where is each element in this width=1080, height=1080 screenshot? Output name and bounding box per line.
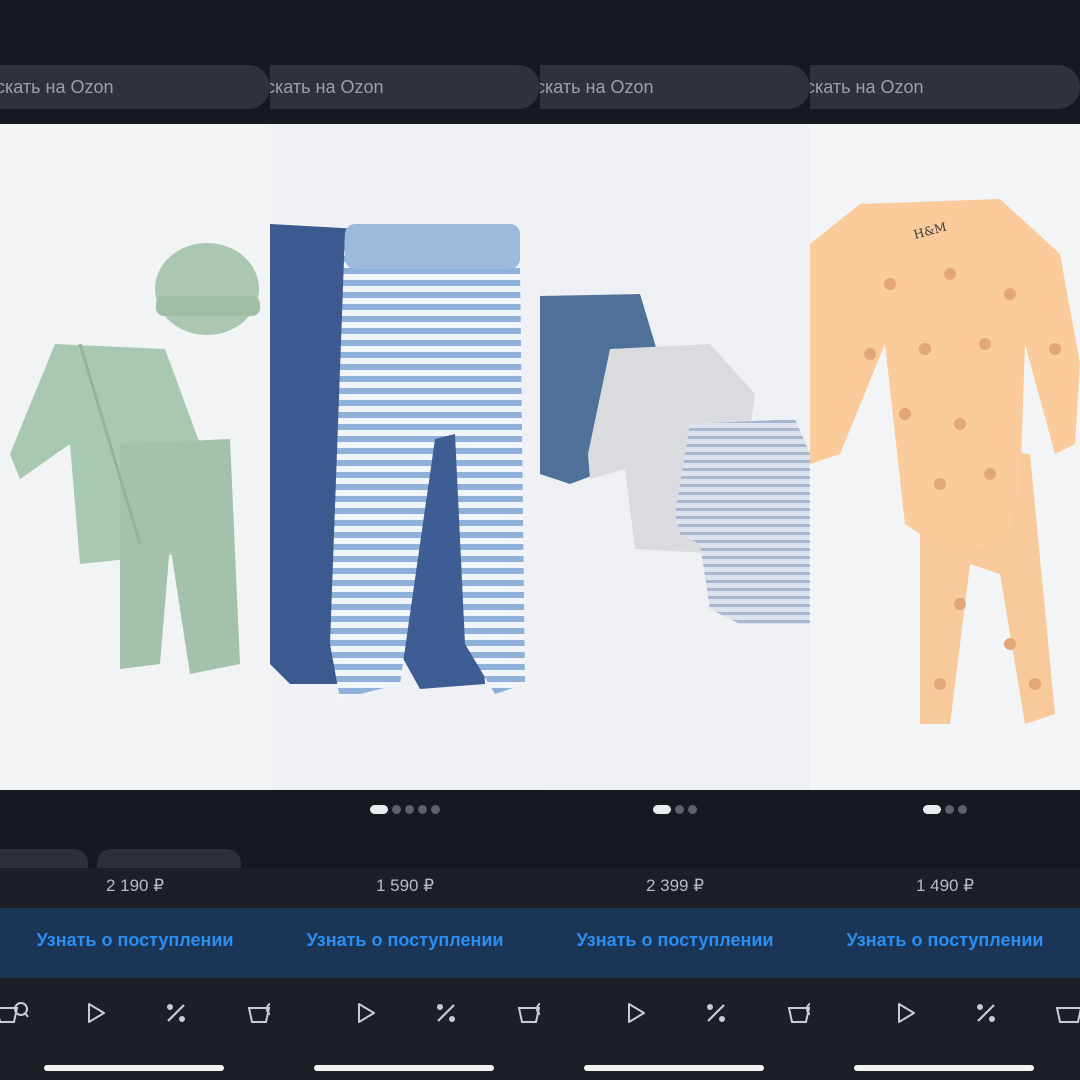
notify-button[interactable]: Узнать о поступлении: [270, 908, 540, 978]
basket-search-icon[interactable]: [0, 998, 32, 1028]
pagination-dots: [540, 805, 810, 815]
pagination-dot[interactable]: [405, 805, 414, 814]
basket-icon[interactable]: [1050, 998, 1080, 1028]
price: 1 490 ₽: [915, 876, 975, 895]
home-indicator: [314, 1065, 494, 1071]
pagination-dot[interactable]: [370, 805, 388, 814]
green-baby-set-image: [0, 124, 270, 790]
striped-pants-image: [270, 124, 540, 790]
product-panel-4: скать на Ozon H&M 1 490 ₽ Узнать о посту…: [810, 0, 1080, 1080]
pagination-dot[interactable]: [923, 805, 941, 814]
home-indicator: [854, 1065, 1034, 1071]
percent-icon[interactable]: [966, 998, 1006, 1028]
pagination-dot[interactable]: [653, 805, 671, 814]
pagination-dots: [270, 805, 540, 815]
product-photo[interactable]: [270, 124, 540, 790]
product-panel-1: скать на Ozon 2 190 ₽ Узнать о поступлен…: [0, 0, 270, 1080]
percent-icon[interactable]: [696, 998, 736, 1028]
play-icon[interactable]: [616, 998, 656, 1028]
basket-search-icon[interactable]: [514, 998, 540, 1028]
notify-button[interactable]: Узнать о поступлении: [0, 908, 270, 978]
pagination-dots: [810, 805, 1080, 815]
percent-icon[interactable]: [426, 998, 466, 1028]
search-input[interactable]: скать на Ozon: [270, 65, 540, 109]
product-photo[interactable]: [0, 124, 270, 790]
product-panel-2: скать на Ozon 1 590 ₽ Узнать о поступлен…: [270, 0, 540, 1080]
notify-button[interactable]: Узнать о поступлении: [810, 908, 1080, 978]
home-indicator: [44, 1065, 224, 1071]
price: 2 190 ₽: [105, 876, 165, 895]
product-photo[interactable]: [540, 124, 810, 790]
basket-search-icon[interactable]: [244, 998, 270, 1028]
pagination-dot[interactable]: [958, 805, 967, 814]
play-icon[interactable]: [76, 998, 116, 1028]
pagination-dot[interactable]: [945, 805, 954, 814]
basket-search-icon[interactable]: [784, 998, 810, 1028]
peach-bodysuit-image: H&M: [810, 124, 1080, 790]
bodysuits-set-image: [540, 124, 810, 790]
search-input[interactable]: скать на Ozon: [540, 65, 810, 109]
pagination-dot[interactable]: [392, 805, 401, 814]
product-photo[interactable]: H&M: [810, 124, 1080, 790]
home-indicator: [584, 1065, 764, 1071]
percent-icon[interactable]: [156, 998, 196, 1028]
pagination-dot[interactable]: [431, 805, 440, 814]
notify-button[interactable]: Узнать о поступлении: [540, 908, 810, 978]
price: 2 399 ₽: [645, 876, 705, 895]
product-panel-3: скать на Ozon 2 399 ₽ Узнать о поступлен…: [540, 0, 810, 1080]
play-icon[interactable]: [886, 998, 926, 1028]
price: 1 590 ₽: [375, 876, 435, 895]
search-input[interactable]: скать на Ozon: [810, 65, 1080, 109]
search-input[interactable]: скать на Ozon: [0, 65, 270, 109]
pagination-dot[interactable]: [688, 805, 697, 814]
pagination-dot[interactable]: [675, 805, 684, 814]
play-icon[interactable]: [346, 998, 386, 1028]
pagination-dot[interactable]: [418, 805, 427, 814]
